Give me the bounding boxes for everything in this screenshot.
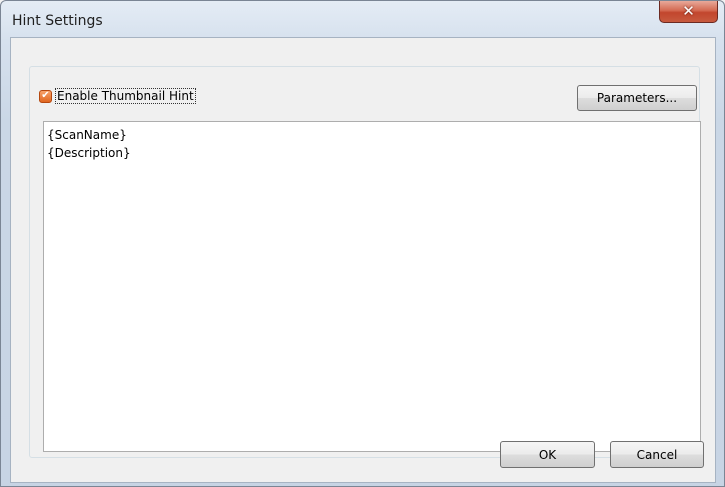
- dialog-title: Hint Settings: [12, 13, 103, 29]
- close-icon: ✕: [682, 2, 695, 20]
- title-bar[interactable]: Hint Settings ✕: [1, 1, 724, 37]
- ok-button[interactable]: OK: [500, 441, 595, 468]
- hint-template-textarea[interactable]: {ScanName} {Description}: [43, 121, 701, 452]
- dialog-client-area: ✔ Enable Thumbnail Hint Parameters... {S…: [10, 37, 716, 483]
- enable-thumbnail-hint-label[interactable]: Enable Thumbnail Hint: [55, 88, 196, 104]
- enable-thumbnail-hint-option[interactable]: ✔ Enable Thumbnail Hint: [39, 87, 196, 105]
- parameters-button[interactable]: Parameters...: [577, 85, 697, 111]
- enable-thumbnail-hint-checkbox[interactable]: ✔: [39, 89, 52, 103]
- cancel-button[interactable]: Cancel: [610, 441, 704, 468]
- checkmark-icon: ✔: [41, 90, 50, 101]
- hint-settings-dialog: Hint Settings ✕ ✔ Enable Thumbnail Hint …: [0, 0, 725, 487]
- close-button[interactable]: ✕: [659, 1, 718, 23]
